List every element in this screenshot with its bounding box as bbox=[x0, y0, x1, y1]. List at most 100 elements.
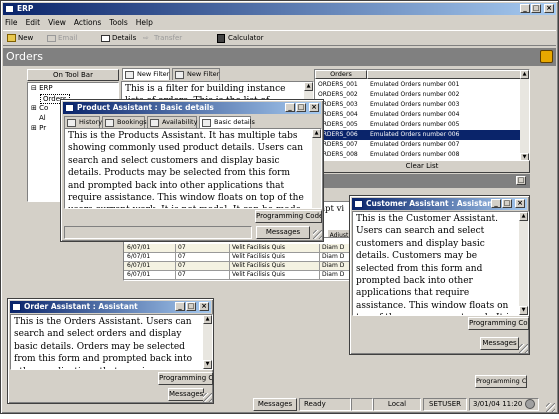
toolbar: New Email Details ⇨ Transfer Calculator bbox=[3, 30, 556, 46]
messages-button[interactable]: Messages bbox=[480, 337, 519, 350]
list-item[interactable]: ORDERS_002 Emulated Orders number 002 bbox=[315, 90, 522, 100]
filter-tabs: New Filter New Filter bbox=[122, 68, 315, 81]
status-local: Local bbox=[373, 398, 421, 411]
maximize-button[interactable]: □ bbox=[502, 199, 512, 208]
table-cell: 07 bbox=[175, 244, 186, 253]
programming-code-button[interactable]: Programming Code bbox=[468, 317, 529, 330]
filter-icon bbox=[175, 71, 184, 79]
order-title-bar[interactable]: Order Assistant : Assistant _ □ × bbox=[10, 301, 211, 313]
table-cell: Diam D bbox=[319, 262, 344, 271]
table-cell: 07 bbox=[175, 262, 186, 271]
tree-node-erp[interactable]: ⊟ ERP bbox=[31, 84, 53, 92]
maximize-button[interactable]: □ bbox=[186, 302, 196, 311]
status-user: SETUSER bbox=[423, 398, 467, 411]
close-button[interactable]: × bbox=[515, 199, 525, 208]
menu-actions[interactable]: Actions bbox=[74, 17, 101, 29]
email-button[interactable]: Email bbox=[47, 31, 77, 46]
tree-node-al[interactable]: Al bbox=[39, 114, 46, 122]
resize-grip[interactable] bbox=[546, 403, 555, 412]
tab-bookings[interactable]: Bookings bbox=[102, 116, 147, 128]
panel-restore-button[interactable]: □ bbox=[516, 176, 526, 185]
minimize-button[interactable]: _ bbox=[491, 199, 501, 208]
table-cell: Diam D bbox=[319, 271, 344, 280]
list-item[interactable]: ORDERS_004 Emulated Orders number 004 bbox=[315, 110, 522, 120]
tree-node-pr[interactable]: ⊞ Pr bbox=[31, 124, 46, 132]
programming-code-button[interactable]: Programming Code bbox=[158, 372, 213, 385]
close-button[interactable]: × bbox=[199, 302, 209, 311]
list-item[interactable]: ORDERS_007 Emulated Orders number 007 bbox=[315, 140, 522, 150]
table-row[interactable]: 6/07/01 07 Velit Facilisis Quis Diam D bbox=[124, 253, 350, 262]
order-scrollbar[interactable]: ▲ ▼ bbox=[203, 315, 212, 369]
menu-help[interactable]: Help bbox=[136, 17, 153, 29]
tab-basic-details[interactable]: Basic details bbox=[199, 116, 255, 128]
close-button[interactable]: × bbox=[309, 103, 319, 112]
desc-column-header[interactable] bbox=[367, 70, 522, 79]
list-item[interactable]: ORDERS_005 Emulated Orders number 005 bbox=[315, 120, 522, 130]
bg-panel-bar: □ bbox=[314, 174, 530, 188]
minimize-button[interactable]: _ bbox=[285, 103, 295, 112]
tree-node-co[interactable]: ⊞ Co bbox=[31, 104, 48, 112]
table-row[interactable]: 6/07/01 07 Velit Facilisis Quis Diam D bbox=[124, 271, 350, 280]
menu-edit[interactable]: Edit bbox=[26, 17, 41, 29]
list-item[interactable]: ORDERS_001 Emulated Orders number 001 bbox=[315, 80, 522, 90]
resize-grip[interactable] bbox=[203, 393, 212, 402]
order-desc: Emulated Orders number 002 bbox=[370, 91, 460, 98]
messages-button[interactable]: Messages bbox=[256, 226, 310, 239]
maximize-button[interactable]: □ bbox=[296, 103, 306, 112]
order-id: ORDERS_001 bbox=[318, 81, 358, 88]
page-title: Orders bbox=[6, 50, 43, 63]
tab-new-filter-2[interactable]: New Filter bbox=[172, 68, 220, 80]
table-cell: Diam D bbox=[319, 253, 344, 262]
table-cell: 6/07/01 bbox=[127, 262, 151, 269]
tab-history[interactable]: History bbox=[64, 116, 102, 128]
list-item[interactable]: ORDERS_003 Emulated Orders number 003 bbox=[315, 100, 522, 110]
calculator-button[interactable]: Calculator bbox=[217, 31, 264, 46]
window-icon bbox=[12, 303, 21, 311]
app-icon bbox=[5, 5, 14, 13]
transfer-button[interactable]: ⇨ Transfer bbox=[143, 31, 182, 46]
resize-grip[interactable] bbox=[519, 344, 528, 353]
product-scrollbar[interactable]: ▲ bbox=[312, 129, 321, 208]
order-assistant-window: Order Assistant : Assistant _ □ × This i… bbox=[7, 298, 214, 404]
close-button[interactable]: × bbox=[544, 4, 554, 13]
menu-tools[interactable]: Tools bbox=[109, 17, 127, 29]
erp-title-bar[interactable]: ERP _ □ × bbox=[3, 3, 556, 15]
new-button[interactable]: New bbox=[7, 31, 33, 46]
minimize-button[interactable]: _ bbox=[520, 4, 530, 13]
table-cell: Velit Facilisis Quis bbox=[229, 253, 285, 262]
maximize-button[interactable]: □ bbox=[531, 4, 541, 13]
status-ready: Ready bbox=[299, 398, 351, 411]
table-row[interactable]: 6/07/01 07 Velit Facilisis Quis Diam D bbox=[124, 262, 350, 271]
tab-new-filter-1[interactable]: New Filter bbox=[122, 68, 170, 80]
programming-code-button[interactable]: Programming Code bbox=[255, 210, 322, 223]
resize-grip[interactable] bbox=[313, 230, 322, 239]
assistant-icon[interactable] bbox=[540, 50, 553, 63]
product-title-bar[interactable]: Product Assistant : Basic details _ □ × bbox=[63, 102, 321, 114]
product-title: Product Assistant : Basic details bbox=[77, 103, 214, 112]
bg-programming-code-button[interactable]: Programming Code bbox=[475, 375, 527, 388]
customer-title: Customer Assistant : Assistant bbox=[366, 199, 497, 208]
filter-icon bbox=[125, 71, 134, 79]
order-desc: Emulated Orders number 004 bbox=[370, 111, 460, 118]
customer-scrollbar[interactable]: ▲ ▼ bbox=[519, 212, 528, 315]
details-button[interactable]: Details bbox=[101, 31, 136, 46]
table-cell: 6/07/01 bbox=[127, 271, 151, 278]
table-row[interactable]: 6/07/01 07 Velit Facilisis Quis Diam D bbox=[124, 244, 350, 253]
status-messages-button[interactable]: Messages bbox=[253, 398, 297, 411]
on-tool-bar-button[interactable]: On Tool Bar bbox=[27, 69, 119, 81]
list-item[interactable]: ORDERS_006 Emulated Orders number 006 bbox=[315, 130, 522, 140]
calculator-icon bbox=[217, 34, 225, 43]
new-icon bbox=[7, 34, 16, 42]
clear-list-button[interactable]: Clear List bbox=[314, 160, 530, 173]
minimize-button[interactable]: _ bbox=[175, 302, 185, 311]
list-item[interactable]: ORDERS_008 Emulated Orders number 008 bbox=[315, 150, 522, 160]
messages-button[interactable]: Messages bbox=[168, 388, 204, 401]
orders-column-header[interactable]: Orders bbox=[315, 70, 367, 79]
orders-list-scrollbar[interactable]: ▲ ▼ bbox=[520, 70, 529, 162]
menu-file[interactable]: File bbox=[5, 17, 18, 29]
window-icon bbox=[65, 104, 74, 112]
menu-bar: File Edit View Actions Tools Help bbox=[5, 17, 153, 29]
customer-title-bar[interactable]: Customer Assistant : Assistant _ □ × bbox=[352, 198, 527, 210]
menu-view[interactable]: View bbox=[48, 17, 66, 29]
tab-availability[interactable]: Availability bbox=[147, 116, 197, 128]
